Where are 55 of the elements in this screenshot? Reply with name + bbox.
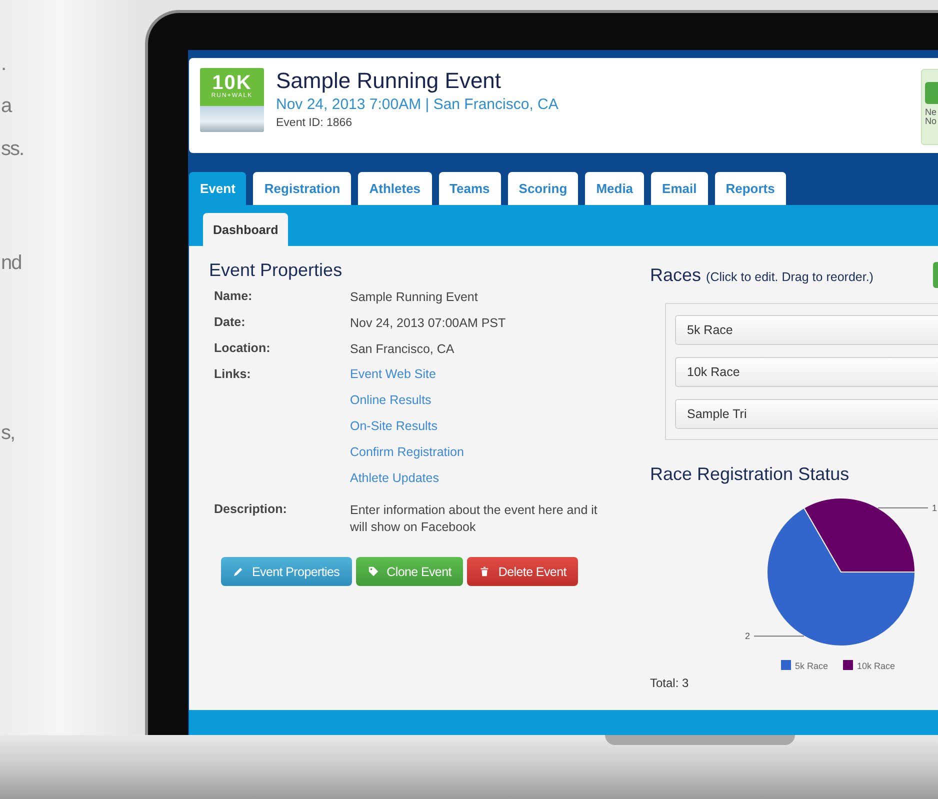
subtab[interactable]: Dashboard bbox=[203, 213, 288, 246]
event-id: Event ID: 1866 bbox=[276, 117, 354, 129]
photo-placeholder bbox=[200, 106, 264, 132]
link[interactable]: Confirm Registration bbox=[350, 445, 464, 459]
legend-label: 5k Race bbox=[795, 661, 828, 671]
nav-tab[interactable]: Email bbox=[651, 172, 708, 205]
race-item[interactable]: Sample Tri bbox=[675, 399, 938, 429]
legend-label: 10k Race bbox=[857, 661, 896, 671]
section-title: Races (Click to edit. Drag to reorder.) bbox=[650, 264, 874, 286]
leader-line bbox=[878, 507, 928, 508]
nav-tab[interactable]: Athletes bbox=[358, 172, 432, 205]
legend-swatch bbox=[843, 660, 853, 670]
link[interactable]: Event Web Site bbox=[350, 367, 436, 381]
action-button[interactable]: Delete Event bbox=[467, 557, 578, 586]
section-title: Event Properties bbox=[209, 260, 344, 281]
action-button[interactable]: Clone Event bbox=[356, 557, 464, 586]
property-value: Nov 24, 2013 07:00AM PST bbox=[350, 315, 507, 332]
paragraph-text: ss. bbox=[1, 137, 24, 161]
event-title: Sample Running Event bbox=[276, 68, 502, 94]
nav-tab[interactable]: Event bbox=[189, 172, 246, 205]
paragraph-text: . bbox=[1, 52, 6, 76]
trash-icon bbox=[479, 566, 490, 577]
pencil-icon bbox=[233, 566, 244, 577]
nav-tab[interactable]: Media bbox=[585, 172, 644, 205]
property-label: Links: bbox=[214, 367, 252, 383]
property-value: Sample Running Event bbox=[350, 289, 479, 306]
nav-tab[interactable]: Teams bbox=[438, 172, 501, 205]
link[interactable]: Athlete Updates bbox=[350, 471, 439, 485]
paragraph-text: nd bbox=[1, 251, 22, 275]
nav-tab[interactable]: Scoring bbox=[508, 172, 578, 205]
link[interactable]: Online Results bbox=[350, 393, 432, 407]
race-item[interactable]: 5k Race bbox=[675, 315, 938, 345]
nav-tab[interactable]: Registration bbox=[253, 172, 352, 205]
property-label: Name: bbox=[214, 289, 254, 305]
paragraph-text: a bbox=[1, 94, 12, 118]
property-label: Location: bbox=[214, 341, 272, 357]
paragraph-text: s, bbox=[1, 421, 15, 445]
chart-title: Race Registration Status bbox=[650, 464, 850, 485]
status-text: Ne bbox=[925, 108, 937, 117]
race-item[interactable]: 10k Race bbox=[675, 357, 938, 387]
property-value: Enter information about the event here and it will show on Facebook bbox=[350, 502, 598, 536]
leader-line bbox=[754, 636, 804, 637]
status-text: No bbox=[925, 117, 937, 126]
event-date-location: Nov 24, 2013 7:00AM | San Francisco, CA bbox=[276, 96, 560, 113]
legend-swatch bbox=[781, 660, 791, 670]
total-text: Total: 3 bbox=[650, 676, 689, 690]
tag-icon bbox=[368, 566, 379, 577]
property-label: Date: bbox=[214, 315, 246, 331]
link[interactable]: On-Site Results bbox=[350, 419, 438, 433]
property-value: San Francisco, CA bbox=[350, 341, 456, 358]
nav-tab[interactable]: Reports bbox=[714, 172, 786, 205]
action-button[interactable]: Event Properties bbox=[221, 557, 352, 586]
property-label: Description: bbox=[214, 502, 288, 518]
data-label: 1 bbox=[932, 502, 938, 513]
data-label: 2 bbox=[744, 631, 750, 642]
